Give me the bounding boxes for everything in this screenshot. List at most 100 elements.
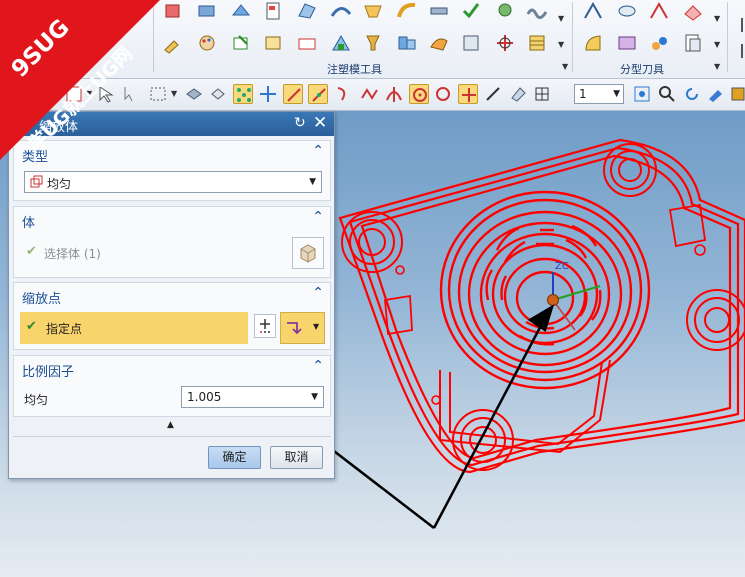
ok-button[interactable]: 确定 (208, 446, 261, 469)
endpoint-icon[interactable] (283, 84, 303, 104)
scale-point-section: 缩放点 ⌃ ✔ 指定点 ▼ (13, 282, 331, 350)
arc-center-icon[interactable] (409, 84, 429, 104)
intersection-icon[interactable] (384, 84, 404, 104)
ribbon-icon-face[interactable] (296, 0, 318, 22)
ribbon-divider (572, 2, 573, 72)
uniform-factor-label: 均匀 (24, 393, 49, 407)
ribbon-icon-tool-3[interactable] (230, 32, 252, 54)
ribbon-icon-block[interactable] (196, 0, 218, 22)
ribbon-group-expand[interactable]: ▼ (562, 62, 568, 71)
ribbon-icon-box[interactable] (162, 0, 184, 22)
cancel-button[interactable]: 取消 (270, 446, 323, 469)
point-plus-icon (260, 319, 270, 333)
ribbon-icon-tool-4[interactable] (262, 32, 284, 54)
ribbon-icon-palette[interactable] (196, 32, 218, 54)
zoom-icon[interactable] (657, 84, 677, 104)
ribbon-icon-tool-11[interactable] (494, 32, 516, 54)
control-point-icon[interactable] (360, 84, 380, 104)
work-layer-select[interactable]: 1 ▼ (574, 84, 624, 104)
chevron-down-icon: ▼ (309, 177, 316, 187)
scale-point-header[interactable]: 缩放点 (22, 288, 61, 307)
ribbon-icon-parting-6[interactable] (616, 32, 638, 54)
scale-factor-header[interactable]: 比例因子 (22, 361, 74, 380)
point-dialog-button[interactable] (254, 314, 276, 338)
ribbon-icon-parting-8[interactable] (682, 32, 704, 54)
ribbon-icon-tool-5[interactable] (296, 32, 318, 54)
collapse-caret-icon[interactable]: ⌃ (312, 209, 324, 225)
ribbon-group-dropdown[interactable]: ▼ (558, 14, 564, 23)
chevron-up-icon: ▲ (167, 420, 174, 430)
cube-icon (300, 244, 316, 263)
ribbon-icon-sheet[interactable] (262, 0, 284, 22)
ribbon-icon-tool-9[interactable] (428, 32, 450, 54)
close-icon[interactable]: ✕ (313, 113, 327, 133)
select-body-label[interactable]: 选择体 (1) (44, 245, 101, 262)
collapse-caret-icon[interactable]: ⌃ (312, 358, 324, 374)
ribbon-icon-tool-1[interactable] (162, 32, 184, 54)
grid-point-icon[interactable] (532, 84, 552, 104)
ribbon-icon-surface[interactable] (330, 0, 352, 22)
point-type-dropdown[interactable]: ▼ (280, 312, 325, 344)
curve-point-icon[interactable] (334, 84, 354, 104)
line-point-icon[interactable] (483, 84, 503, 104)
type-select[interactable]: 均匀 ▼ (24, 171, 322, 193)
ribbon-icon-wave[interactable] (526, 0, 548, 22)
face-filter-icon[interactable] (208, 84, 228, 104)
ribbon-icon-tool-12[interactable] (526, 32, 548, 54)
collapse-caret-icon[interactable]: ⌃ (312, 143, 324, 159)
work-layer-value: 1 (579, 87, 587, 101)
rotate-view-icon[interactable] (682, 84, 702, 104)
divider (13, 436, 331, 437)
chevron-down-icon: ▼ (313, 322, 320, 331)
face-point-icon[interactable] (508, 84, 528, 104)
snap-move-icon[interactable] (258, 84, 278, 104)
reset-icon[interactable]: ↻ (294, 115, 306, 131)
ribbon-parting-more[interactable]: ▼ (714, 14, 720, 23)
ribbon-icon-parting-5[interactable] (582, 32, 604, 54)
ribbon-icon-parting-7[interactable] (648, 32, 670, 54)
ribbon-icon-fluid[interactable] (494, 0, 516, 22)
fit-view-icon[interactable] (632, 84, 652, 104)
chevron-down-icon: ▼ (613, 89, 620, 99)
ribbon-icon-tool-8[interactable] (396, 32, 418, 54)
ribbon-icon-layer[interactable] (428, 0, 450, 22)
more-options-toggle[interactable]: ▲ (13, 420, 331, 434)
ribbon-parting-more-2[interactable]: ▼ (714, 40, 720, 49)
ribbon-icon-split[interactable] (230, 0, 252, 22)
body-section: 体 ⌃ ✔ 选择体 (1) (13, 206, 331, 278)
ribbon-icon-tool-6[interactable] (330, 32, 352, 54)
scale-factor-section: 比例因子 ⌃ 均匀 1.005 ▼ (13, 355, 331, 417)
specify-point-row[interactable]: ✔ 指定点 (20, 312, 248, 344)
render-style-icon[interactable] (706, 84, 726, 104)
svg-text:ZC: ZC (555, 261, 569, 272)
body-section-header[interactable]: 体 (22, 212, 35, 231)
uniform-factor-input[interactable]: 1.005 ▼ (181, 386, 324, 408)
ribbon-icon-edge-2[interactable] (734, 40, 744, 62)
existing-point-icon[interactable] (458, 84, 478, 104)
body-filter-icon[interactable] (184, 84, 204, 104)
ribbon-icon-parting-1[interactable] (582, 0, 604, 22)
ribbon-group-label-parting-tools: 分型刀具 (620, 63, 664, 76)
snap-grid-icon[interactable] (233, 84, 253, 104)
uniform-factor-value: 1.005 (187, 390, 222, 404)
ribbon-icon-trim[interactable] (362, 0, 384, 22)
ribbon-icon-check[interactable] (460, 0, 482, 22)
shaded-view-icon[interactable] (729, 84, 745, 104)
ribbon-icon-parting-3[interactable] (648, 0, 670, 22)
ribbon-divider (727, 2, 728, 72)
scale-uniform-icon (30, 175, 44, 192)
ribbon-group-expand-2[interactable]: ▼ (714, 62, 720, 71)
ribbon-icon-extend[interactable] (396, 0, 418, 22)
ribbon-icon-tool-10[interactable] (460, 32, 482, 54)
select-body-button[interactable] (292, 237, 324, 269)
midpoint-icon[interactable] (308, 84, 328, 104)
chevron-down-icon: ▼ (311, 392, 318, 402)
ribbon-icon-tool-7[interactable] (362, 32, 384, 54)
collapse-caret-icon[interactable]: ⌃ (312, 285, 324, 301)
ribbon-icon-parting-2[interactable] (616, 0, 638, 22)
rect-select-dropdown[interactable]: ▼ (171, 89, 177, 98)
ribbon-icon-parting-4[interactable] (682, 0, 704, 22)
ribbon-group-more[interactable]: ▼ (558, 40, 564, 49)
ribbon-icon-edge[interactable] (734, 14, 744, 36)
quadrant-icon[interactable] (433, 84, 453, 104)
